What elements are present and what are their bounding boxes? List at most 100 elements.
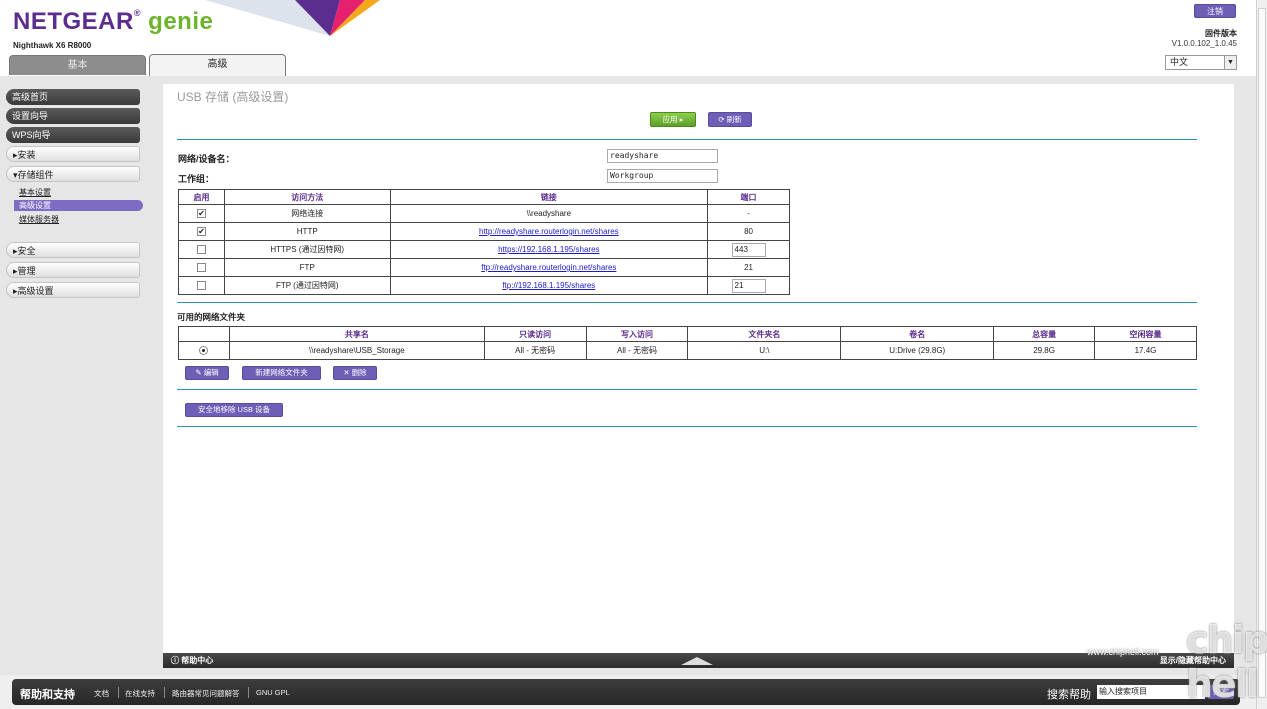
radio-dot-icon bbox=[202, 349, 206, 353]
main-panel: USB 存储 (高级设置) 应用 ▸ ⟳ 刷新 网络/设备名： readysha… bbox=[163, 84, 1234, 653]
port-input[interactable]: 443 bbox=[731, 242, 766, 257]
footer-separator bbox=[118, 687, 119, 698]
link-cell[interactable]: http://readyshare.routerlogin.net/shares bbox=[389, 222, 709, 241]
free-space-cell: 17.4G bbox=[1094, 341, 1197, 360]
scrollbar-thumb[interactable] bbox=[1258, 8, 1266, 698]
column-header-free-space: 空闲容量 bbox=[1094, 326, 1197, 342]
tab-advanced[interactable]: 高级 bbox=[149, 54, 286, 76]
expand-arrow-icon[interactable] bbox=[681, 657, 713, 665]
apply-button[interactable]: 应用 ▸ bbox=[650, 112, 696, 127]
watermark-url: www.chiphell.com bbox=[1087, 647, 1159, 657]
workgroup-label: 工作组： bbox=[178, 174, 215, 184]
sidebar-sub-media-server[interactable]: 媒体服务器 bbox=[19, 214, 59, 225]
network-folders-title: 可用的网络文件夹 bbox=[177, 312, 246, 322]
enable-checkbox[interactable]: ✔ bbox=[196, 227, 206, 237]
sidebar-item-setup-wizard[interactable]: 设置向导 bbox=[6, 108, 140, 124]
enable-cell[interactable] bbox=[178, 276, 225, 295]
enable-checkbox[interactable]: ✔ bbox=[196, 209, 206, 219]
column-header-volume-name: 卷名 bbox=[840, 326, 995, 342]
write-access-cell: All - 无密码 bbox=[585, 341, 689, 360]
enable-cell[interactable] bbox=[178, 240, 225, 259]
logo-brand: NETGEAR bbox=[13, 8, 134, 35]
language-select[interactable]: 中文 ▼ bbox=[1165, 55, 1237, 70]
table-row: HTTPS (通过因特网) https://192.168.1.195/share… bbox=[178, 240, 790, 259]
divider bbox=[177, 389, 1197, 390]
tab-basic[interactable]: 基本 bbox=[9, 55, 146, 75]
port-cell[interactable]: 21 bbox=[707, 276, 790, 295]
refresh-button[interactable]: ⟳ 刷新 bbox=[708, 112, 752, 127]
sidebar: 高级首页 设置向导 WPS向导 ▸安装 ▾存储组件 基本设置 高级设置 媒体服务… bbox=[0, 76, 162, 655]
read-access-cell: All - 无密码 bbox=[483, 341, 587, 360]
volume-name-cell: U:Drive (29.8G) bbox=[840, 341, 995, 360]
footer-link-documentation[interactable]: 文档 bbox=[94, 688, 109, 699]
footer-link-gnu-gpl[interactable]: GNU GPL bbox=[256, 688, 290, 697]
logo-reg-mark: ® bbox=[133, 8, 141, 18]
access-method-cell: HTTP bbox=[223, 222, 391, 241]
share-link[interactable]: http://readyshare.routerlogin.net/shares bbox=[479, 227, 619, 236]
column-header-write-access: 写入访问 bbox=[585, 326, 689, 342]
port-cell: 21 bbox=[707, 258, 790, 277]
sidebar-sub-basic-settings[interactable]: 基本设置 bbox=[19, 187, 51, 198]
page-scrollbar[interactable] bbox=[1256, 0, 1267, 709]
link-cell[interactable]: ftp://192.168.1.195/shares bbox=[389, 276, 709, 295]
access-method-cell: FTP bbox=[223, 258, 391, 277]
table-row: ✔ 网络连接 \\readyshare - bbox=[178, 204, 790, 223]
column-header-link: 链接 bbox=[389, 189, 709, 205]
link-cell[interactable]: https://192.168.1.195/shares bbox=[389, 240, 709, 259]
delete-button-label: 删除 bbox=[351, 368, 367, 377]
enable-checkbox[interactable] bbox=[196, 245, 206, 255]
netgear-genie-logo[interactable]: NETGEAR® genie bbox=[13, 8, 213, 36]
firmware-label: 固件版本 bbox=[1205, 29, 1237, 38]
enable-cell[interactable] bbox=[178, 258, 225, 277]
create-network-folder-button[interactable]: 新建网络文件夹 bbox=[242, 366, 321, 380]
port-cell: 80 bbox=[707, 222, 790, 241]
delete-button[interactable]: ✕ 删除 bbox=[333, 366, 377, 380]
sidebar-item-wps-wizard[interactable]: WPS向导 bbox=[6, 127, 140, 143]
folder-name-cell: U:\ bbox=[687, 341, 842, 360]
sidebar-item-advanced-setup[interactable]: ▸高级设置 bbox=[6, 282, 140, 298]
column-header-share-name: 共享名 bbox=[228, 326, 485, 342]
folder-select-cell[interactable] bbox=[178, 341, 230, 360]
enable-checkbox[interactable] bbox=[196, 281, 206, 291]
sidebar-item-usb-storage[interactable]: ▾存储组件 bbox=[6, 166, 140, 182]
share-link[interactable]: ftp://192.168.1.195/shares bbox=[502, 281, 595, 290]
share-path: \\readyshare bbox=[526, 209, 572, 218]
logout-button[interactable]: 注销 bbox=[1194, 4, 1236, 18]
link-cell[interactable]: ftp://readyshare.routerlogin.net/shares bbox=[389, 258, 709, 277]
enable-cell[interactable]: ✔ bbox=[178, 204, 225, 223]
pencil-icon: ✎ bbox=[195, 368, 204, 377]
footer-link-online-support[interactable]: 在线支持 bbox=[125, 688, 155, 699]
device-name-field[interactable]: readyshare bbox=[607, 149, 718, 163]
sidebar-item-advanced-home[interactable]: 高级首页 bbox=[6, 89, 140, 105]
share-link[interactable]: ftp://readyshare.routerlogin.net/shares bbox=[481, 263, 616, 272]
edit-button[interactable]: ✎ 编辑 bbox=[185, 366, 229, 380]
divider bbox=[177, 302, 1197, 303]
port-cell[interactable]: 443 bbox=[707, 240, 790, 259]
sidebar-item-setup[interactable]: ▸安装 bbox=[6, 146, 140, 162]
footer-link-router-faq[interactable]: 路由器常见问题解答 bbox=[172, 688, 240, 699]
column-header-select bbox=[178, 326, 230, 342]
sidebar-item-administration[interactable]: ▸管理 bbox=[6, 262, 140, 278]
language-value: 中文 bbox=[1170, 57, 1189, 67]
enable-checkbox[interactable] bbox=[196, 263, 206, 273]
table-row[interactable]: \\readyshare\USB_Storage All - 无密码 All -… bbox=[178, 341, 1197, 360]
column-header-port: 端口 bbox=[707, 189, 790, 205]
workgroup-field[interactable]: Workgroup bbox=[607, 169, 718, 183]
enable-cell[interactable]: ✔ bbox=[178, 222, 225, 241]
search-help-label: 搜索帮助 bbox=[1047, 689, 1091, 701]
sidebar-item-security[interactable]: ▸安全 bbox=[6, 242, 140, 258]
help-center-toggle[interactable]: ⓘ 帮助中心 bbox=[171, 653, 213, 668]
banner-graphic bbox=[205, 0, 380, 36]
footer: 帮助和支持 文档 在线支持 路由器常见问题解答 GNU GPL 搜索帮助 输入搜… bbox=[0, 675, 1267, 709]
share-link[interactable]: https://192.168.1.195/shares bbox=[498, 245, 599, 254]
device-name-label: 网络/设备名： bbox=[178, 154, 235, 164]
column-header-folder-name: 文件夹名 bbox=[687, 326, 842, 342]
safely-remove-usb-button[interactable]: 安全地移除 USB 设备 bbox=[185, 403, 283, 417]
column-header-total-space: 总容量 bbox=[993, 326, 1096, 342]
sidebar-sub-advanced-settings[interactable]: 高级设置 bbox=[14, 200, 143, 211]
access-method-cell: 网络连接 bbox=[223, 204, 391, 223]
port-input[interactable]: 21 bbox=[731, 278, 766, 293]
folder-radio[interactable] bbox=[199, 346, 209, 356]
footer-separator bbox=[164, 687, 165, 698]
footer-bar: 帮助和支持 文档 在线支持 路由器常见问题解答 GNU GPL 搜索帮助 输入搜… bbox=[12, 679, 1240, 705]
